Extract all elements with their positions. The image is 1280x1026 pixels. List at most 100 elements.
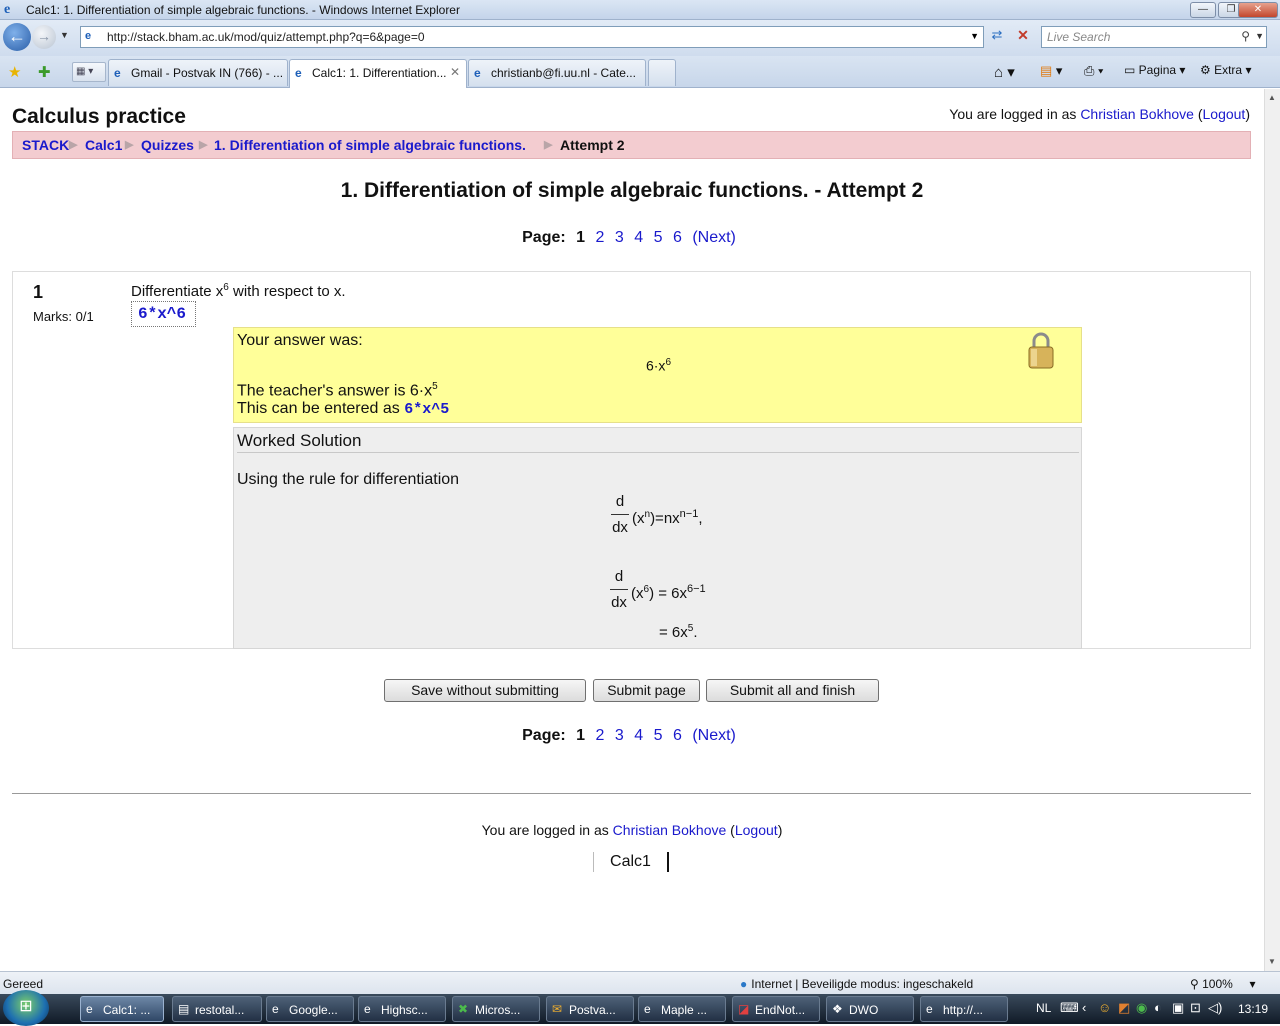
stop-icon[interactable]: ✕ [1012, 27, 1034, 47]
breadcrumb-calc1[interactable]: Calc1 [85, 137, 122, 153]
tools-menu-button[interactable]: ⚙ Extra ▾ [1200, 63, 1251, 77]
tools-menu-label: Extra [1214, 63, 1243, 77]
pager-link-5[interactable]: 5 [654, 727, 663, 744]
taskbar-item-calc1[interactable]: e Calc1: ... [80, 996, 164, 1022]
worked-solution: Worked Solution Using the rule for diffe… [233, 427, 1082, 649]
taskbar-label: Google... [289, 1003, 338, 1017]
language-indicator[interactable]: NL [1036, 1001, 1051, 1015]
answer-input[interactable]: 6*x^6 [131, 301, 196, 327]
security-zone[interactable]: ● Internet | Beveiligde modus: ingeschake… [740, 977, 973, 991]
user-profile-link[interactable]: Christian Bokhove [613, 822, 727, 838]
page-menu-button[interactable]: ▭ Pagina ▾ [1124, 63, 1185, 77]
status-text: Gereed [3, 977, 44, 991]
close-window-button[interactable]: ✕ [1238, 2, 1278, 18]
home-icon[interactable]: ⌂ ▾ [994, 63, 1015, 81]
tab-close-icon[interactable]: ✕ [450, 65, 460, 79]
taskbar-item-maple[interactable]: e Maple ... [638, 996, 726, 1022]
taskbar-item-postvak[interactable]: ✉ Postva... [546, 996, 634, 1022]
user-profile-link[interactable]: Christian Bokhove [1080, 106, 1194, 122]
status-bar: Gereed ● Internet | Beveiligde modus: ing… [0, 971, 1280, 994]
show-hidden-icons-icon[interactable]: ‹ [1082, 1000, 1086, 1015]
tray-app-icon[interactable]: ◩ [1118, 1000, 1130, 1016]
endnote-icon: ◪ [738, 1002, 750, 1016]
step-exp: 6−1 [687, 583, 706, 595]
zoom-level: 100% [1202, 977, 1233, 991]
print-icon[interactable]: ⎙ ▾ [1084, 63, 1103, 79]
question-text-suffix: with respect to x. [228, 283, 346, 300]
pager-link-3[interactable]: 3 [615, 229, 624, 246]
feeds-icon[interactable]: ▤ ▾ [1040, 63, 1062, 79]
logout-link[interactable]: Logout [1203, 106, 1246, 122]
breadcrumb-separator-icon: ▶ [69, 139, 78, 151]
new-tab-button[interactable] [648, 59, 676, 86]
forward-button[interactable]: → [32, 25, 56, 49]
back-button[interactable]: ← [3, 23, 31, 51]
taskbar-item-http[interactable]: e http://... [920, 996, 1008, 1022]
pager-next-link[interactable]: (Next) [692, 229, 736, 246]
breadcrumb-stack[interactable]: STACK [22, 137, 69, 153]
favorites-star-icon[interactable]: ★ [8, 63, 21, 81]
network-icon[interactable]: ⊡ [1190, 1000, 1201, 1016]
volume-icon[interactable]: ◁) [1208, 1000, 1222, 1016]
minimize-button[interactable]: — [1190, 2, 1216, 18]
tab-page-icon: e [474, 66, 481, 80]
search-dropdown-icon[interactable]: ▼ [1255, 31, 1264, 41]
taskbar-item-dwo[interactable]: ❖ DWO [826, 996, 914, 1022]
pager-link-6[interactable]: 6 [673, 727, 682, 744]
pager-link-6[interactable]: 6 [673, 229, 682, 246]
zoom-control[interactable]: ⚲ 100% ▾ [1190, 977, 1256, 991]
pager-link-2[interactable]: 2 [596, 229, 605, 246]
logout-link[interactable]: Logout [735, 822, 778, 838]
search-input[interactable]: Live Search ⚲ ▼ [1041, 26, 1267, 48]
pager-current: 1 [576, 229, 586, 246]
refresh-icon[interactable]: ⇄ [986, 27, 1008, 47]
pager-link-4[interactable]: 4 [634, 229, 643, 246]
frac-denominator: dx [611, 594, 627, 611]
tray-app-icon[interactable]: ◐ [1154, 1000, 1162, 1015]
taskbar-item-microsoft[interactable]: ✖ Micros... [452, 996, 540, 1022]
tab-gmail[interactable]: e Gmail - Postvak IN (766) - ... [108, 59, 288, 86]
taskbar-item-highscore[interactable]: e Highsc... [358, 996, 446, 1022]
tab-bar: ★ ✚ ▦ ▾ e Gmail - Postvak IN (766) - ...… [0, 56, 1280, 88]
solution-step-2: = 6x5. [659, 623, 698, 641]
submit-all-button[interactable]: Submit all and finish [706, 679, 879, 702]
start-button[interactable]: ⊞ [3, 990, 49, 1026]
submit-page-button[interactable]: Submit page [593, 679, 700, 702]
frac-denominator: dx [612, 519, 628, 536]
quick-tabs-button[interactable]: ▦ ▾ [72, 62, 106, 82]
site-title: Calculus practice [12, 105, 186, 128]
course-home-link[interactable]: Calc1 [593, 852, 669, 872]
pager-link-3[interactable]: 3 [615, 727, 624, 744]
pager-link-2[interactable]: 2 [596, 727, 605, 744]
pager-next-link[interactable]: (Next) [692, 727, 736, 744]
breadcrumb-quiz[interactable]: 1. Differentiation of simple algebraic f… [214, 137, 526, 153]
taskbar-clock[interactable]: 13:19 [1238, 1002, 1268, 1016]
pager-link-5[interactable]: 5 [654, 229, 663, 246]
tab-christianb[interactable]: e christianb@fi.uu.nl - Cate... [468, 59, 646, 86]
add-favorite-icon[interactable]: ✚ [38, 63, 51, 81]
taskbar-item-google[interactable]: e Google... [266, 996, 354, 1022]
keyboard-icon[interactable]: ⌨ [1060, 1000, 1079, 1016]
login-info-top: You are logged in as Christian Bokhove (… [949, 106, 1250, 122]
url-dropdown-icon[interactable]: ▼ [970, 31, 979, 41]
scroll-up-icon[interactable]: ▲ [1268, 93, 1276, 102]
taskbar-item-endnote[interactable]: ◪ EndNot... [732, 996, 820, 1022]
teacher-answer: The teacher's answer is 6·x5 [237, 381, 438, 400]
save-without-submitting-button[interactable]: Save without submitting [384, 679, 586, 702]
taskbar-item-restotal[interactable]: ▤ restotal... [172, 996, 262, 1022]
messenger-icon[interactable]: ☺ [1098, 1000, 1111, 1015]
breadcrumb-quizzes[interactable]: Quizzes [141, 137, 194, 153]
history-dropdown-icon[interactable]: ▼ [60, 30, 69, 40]
window-title: Calc1: 1. Differentiation of simple alge… [26, 3, 460, 17]
search-placeholder: Live Search [1047, 30, 1111, 44]
scroll-down-icon[interactable]: ▼ [1268, 957, 1276, 966]
taskbar-label: Calc1: ... [103, 1003, 151, 1017]
tray-app-icon[interactable]: ▣ [1172, 1000, 1184, 1016]
search-icon[interactable]: ⚲ [1241, 29, 1250, 43]
vertical-scrollbar[interactable]: ▲ ▼ [1264, 89, 1280, 971]
tray-app-icon[interactable]: ◉ [1136, 1000, 1147, 1016]
tab-calc1[interactable]: e Calc1: 1. Differentiation... ✕ [289, 59, 467, 88]
url-input[interactable]: e http://stack.bham.ac.uk/mod/quiz/attem… [80, 26, 984, 48]
pager-link-4[interactable]: 4 [634, 727, 643, 744]
tab-label: Gmail - Postvak IN (766) - ... [131, 66, 284, 80]
